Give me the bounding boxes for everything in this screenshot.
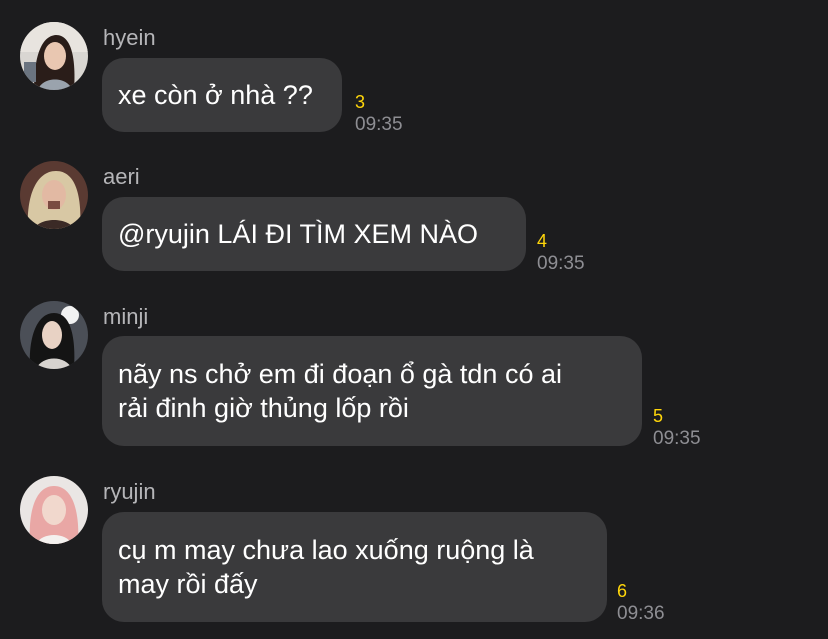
user-avatar-icon xyxy=(20,161,88,229)
avatar[interactable] xyxy=(20,161,88,229)
read-count: 5 xyxy=(653,406,664,426)
chat-view: hyein xe còn ở nhà ?? 3 09:35 aeri @ryuj… xyxy=(0,0,828,639)
message-bubble[interactable]: @ryujin LÁI ĐI TÌM XEM NÀO xyxy=(102,197,526,271)
message-text-line: cụ m may chưa lao xuống ruộng là xyxy=(118,535,534,565)
avatar[interactable] xyxy=(20,301,88,369)
sender-name: hyein xyxy=(103,25,156,50)
read-count: 4 xyxy=(537,231,548,251)
message-bubble[interactable]: nãy ns chở em đi đoạn ổ gà tdn có ai rải… xyxy=(102,336,642,446)
message-text-line: may rồi đấy xyxy=(118,569,258,599)
sender-name: aeri xyxy=(103,164,140,189)
timestamp: 09:35 xyxy=(537,253,585,274)
avatar[interactable] xyxy=(20,476,88,544)
message-text-line: nãy ns chở em đi đoạn ổ gà tdn có ai xyxy=(118,359,562,389)
message-bubble[interactable]: cụ m may chưa lao xuống ruộng là may rồi… xyxy=(102,512,607,622)
timestamp: 09:35 xyxy=(355,114,403,135)
read-count: 6 xyxy=(617,581,628,601)
user-avatar-icon xyxy=(20,22,88,90)
sender-name: minji xyxy=(103,304,149,329)
message-text: xe còn ở nhà ?? xyxy=(118,80,313,110)
avatar[interactable] xyxy=(20,22,88,90)
user-avatar-icon xyxy=(20,301,88,369)
message-text: @ryujin LÁI ĐI TÌM XEM NÀO xyxy=(118,219,478,249)
timestamp: 09:35 xyxy=(653,428,701,449)
message-text-line: rải đinh giờ thủng lốp rồi xyxy=(118,393,409,423)
read-count: 3 xyxy=(355,92,366,112)
timestamp: 09:36 xyxy=(617,603,665,624)
user-avatar-icon xyxy=(20,476,88,544)
message-bubble[interactable]: xe còn ở nhà ?? xyxy=(102,58,342,132)
sender-name: ryujin xyxy=(103,479,156,504)
